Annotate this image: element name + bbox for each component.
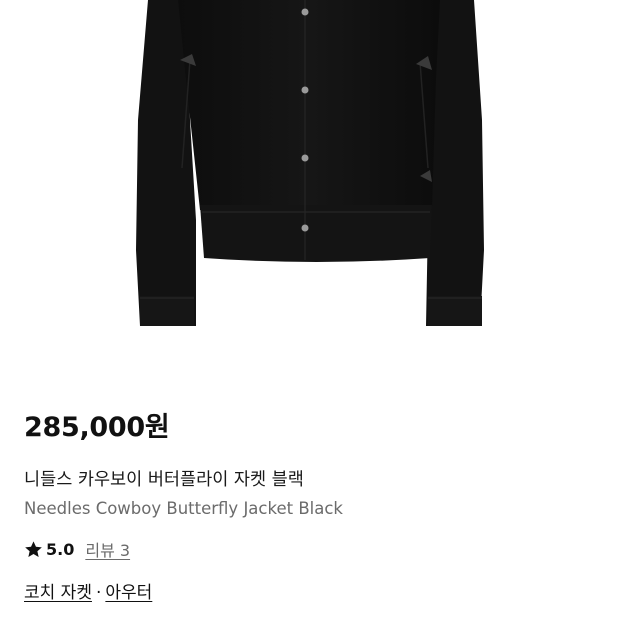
product-image[interactable] [0,0,620,385]
category-breadcrumb: 코치 자켓 · 아우터 [24,581,152,605]
rating-row: 5.0 리뷰 3 [24,538,130,560]
review-count-link[interactable]: 리뷰 3 [85,537,130,561]
rating-score: 5.0 [46,539,75,559]
jacket-illustration [136,0,484,326]
category-link-outer[interactable]: 아우터 [105,581,152,605]
price: 285,000원 [24,412,170,443]
category-link-coach-jacket[interactable]: 코치 자켓 [24,581,92,605]
star-icon [24,540,43,559]
product-name-korean: 니들스 카우보이 버터플라이 자켓 블랙 [24,470,304,490]
product-name-english: Needles Cowboy Butterfly Jacket Black [24,499,343,518]
category-separator: · [95,583,102,603]
